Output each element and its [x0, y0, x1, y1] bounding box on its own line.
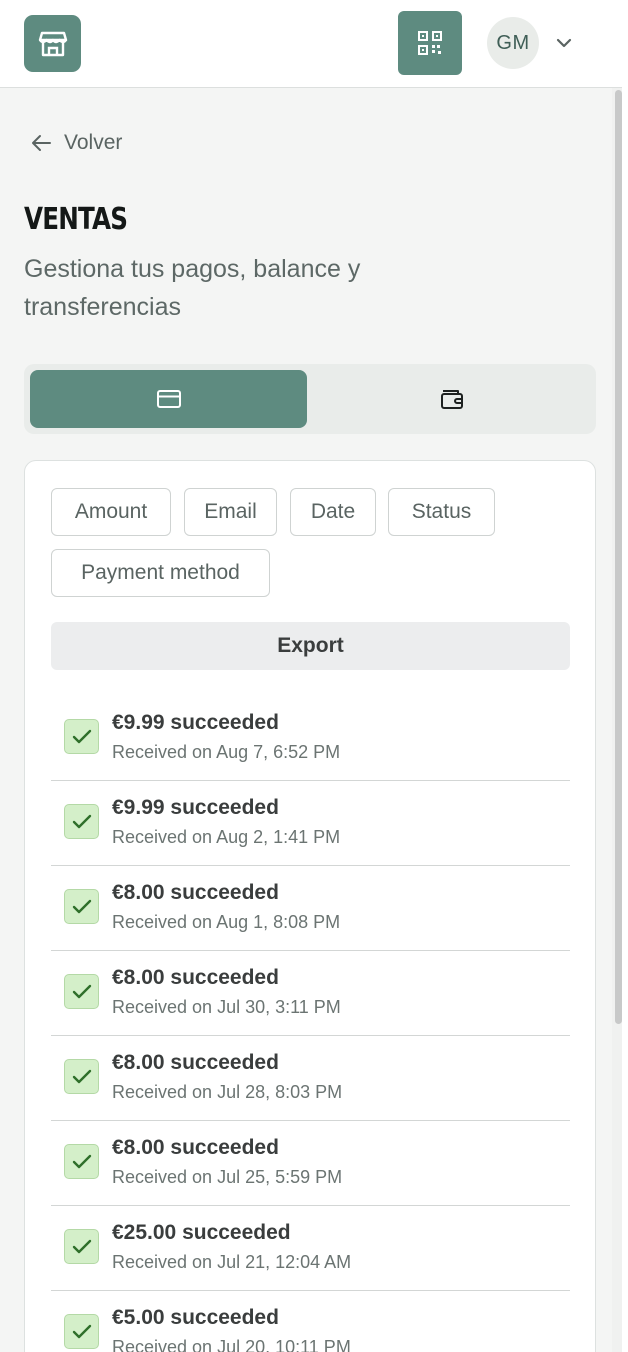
list-item[interactable]: €8.00 succeeded Received on Jul 28, 8:03… [51, 1036, 570, 1121]
succeeded-status-icon [64, 1144, 99, 1179]
succeeded-status-icon [64, 719, 99, 754]
payment-received-date: Received on Jul 28, 8:03 PM [112, 1082, 343, 1102]
payment-list: €9.99 succeeded Received on Aug 7, 6:52 … [51, 696, 570, 1352]
payment-title: €8.00 succeeded [112, 1136, 279, 1159]
check-icon [72, 899, 91, 913]
payment-received-date: Received on Jul 30, 3:11 PM [112, 997, 341, 1017]
page-subtitle: Gestiona tus pagos, balance y transferen… [24, 255, 361, 321]
back-link[interactable]: Volver [30, 128, 122, 158]
filter-status[interactable]: Status [388, 488, 495, 536]
list-item[interactable]: €9.99 succeeded Received on Aug 7, 6:52 … [51, 696, 570, 781]
avatar-initials: GM [496, 31, 530, 54]
list-item[interactable]: €8.00 succeeded Received on Jul 25, 5:59… [51, 1121, 570, 1206]
payment-title: €8.00 succeeded [112, 1051, 279, 1074]
succeeded-status-icon [64, 889, 99, 924]
payment-title: €25.00 succeeded [112, 1221, 291, 1244]
list-item[interactable]: €5.00 succeeded Received on Jul 20, 10:1… [51, 1291, 570, 1352]
chevron-down-icon [556, 38, 572, 48]
succeeded-status-icon [64, 804, 99, 839]
account-menu-toggle[interactable] [552, 31, 576, 55]
arrow-left-icon [32, 135, 51, 151]
list-item[interactable]: €25.00 succeeded Received on Jul 21, 12:… [51, 1206, 570, 1291]
succeeded-status-icon [64, 1059, 99, 1094]
succeeded-status-icon [64, 1314, 99, 1349]
check-icon [72, 1069, 91, 1083]
filter-email[interactable]: Email [184, 488, 277, 536]
check-icon [72, 729, 91, 743]
wallet-icon [440, 390, 463, 409]
avatar[interactable]: GM [487, 17, 539, 69]
payment-title: €8.00 succeeded [112, 966, 279, 989]
window-edge [622, 0, 628, 1352]
list-item[interactable]: €8.00 succeeded Received on Aug 1, 8:08 … [51, 866, 570, 951]
check-icon [72, 984, 91, 998]
store-button[interactable] [24, 15, 81, 72]
qr-code-icon [418, 31, 442, 55]
page-title: VENTAS [24, 202, 128, 237]
check-icon [72, 814, 91, 828]
check-icon [72, 1324, 91, 1338]
list-item[interactable]: €8.00 succeeded Received on Jul 30, 3:11… [51, 951, 570, 1036]
succeeded-status-icon [64, 974, 99, 1009]
succeeded-status-icon [64, 1229, 99, 1264]
tab-balance[interactable] [313, 370, 590, 428]
back-label: Volver [64, 131, 123, 154]
payment-received-date: Received on Jul 20, 10:11 PM [112, 1337, 351, 1352]
scrollbar-thumb[interactable] [615, 90, 622, 1024]
store-icon [38, 31, 67, 56]
payment-title: €5.00 succeeded [112, 1306, 279, 1329]
payment-title: €9.99 succeeded [112, 711, 279, 734]
export-button[interactable]: Export [51, 622, 570, 670]
check-icon [72, 1239, 91, 1253]
payment-title: €9.99 succeeded [112, 796, 279, 819]
filter-payment-method[interactable]: Payment method [51, 549, 270, 597]
filter-amount[interactable]: Amount [51, 488, 171, 536]
view-tabs [24, 364, 596, 434]
payment-title: €8.00 succeeded [112, 881, 279, 904]
payment-received-date: Received on Aug 1, 8:08 PM [112, 912, 341, 932]
filter-date[interactable]: Date [290, 488, 376, 536]
payment-received-date: Received on Aug 2, 1:41 PM [112, 827, 341, 847]
tab-payments[interactable] [30, 370, 307, 428]
payment-received-date: Received on Jul 21, 12:04 AM [112, 1252, 352, 1272]
top-bar: GM [0, 0, 622, 88]
payment-received-date: Received on Jul 25, 5:59 PM [112, 1167, 343, 1187]
payment-received-date: Received on Aug 7, 6:52 PM [112, 742, 341, 762]
payments-card: Amount Email Date Status Payment method … [24, 460, 596, 1352]
check-icon [72, 1154, 91, 1168]
list-item[interactable]: €9.99 succeeded Received on Aug 2, 1:41 … [51, 781, 570, 866]
qr-code-button[interactable] [398, 11, 462, 75]
credit-card-icon [156, 390, 181, 408]
